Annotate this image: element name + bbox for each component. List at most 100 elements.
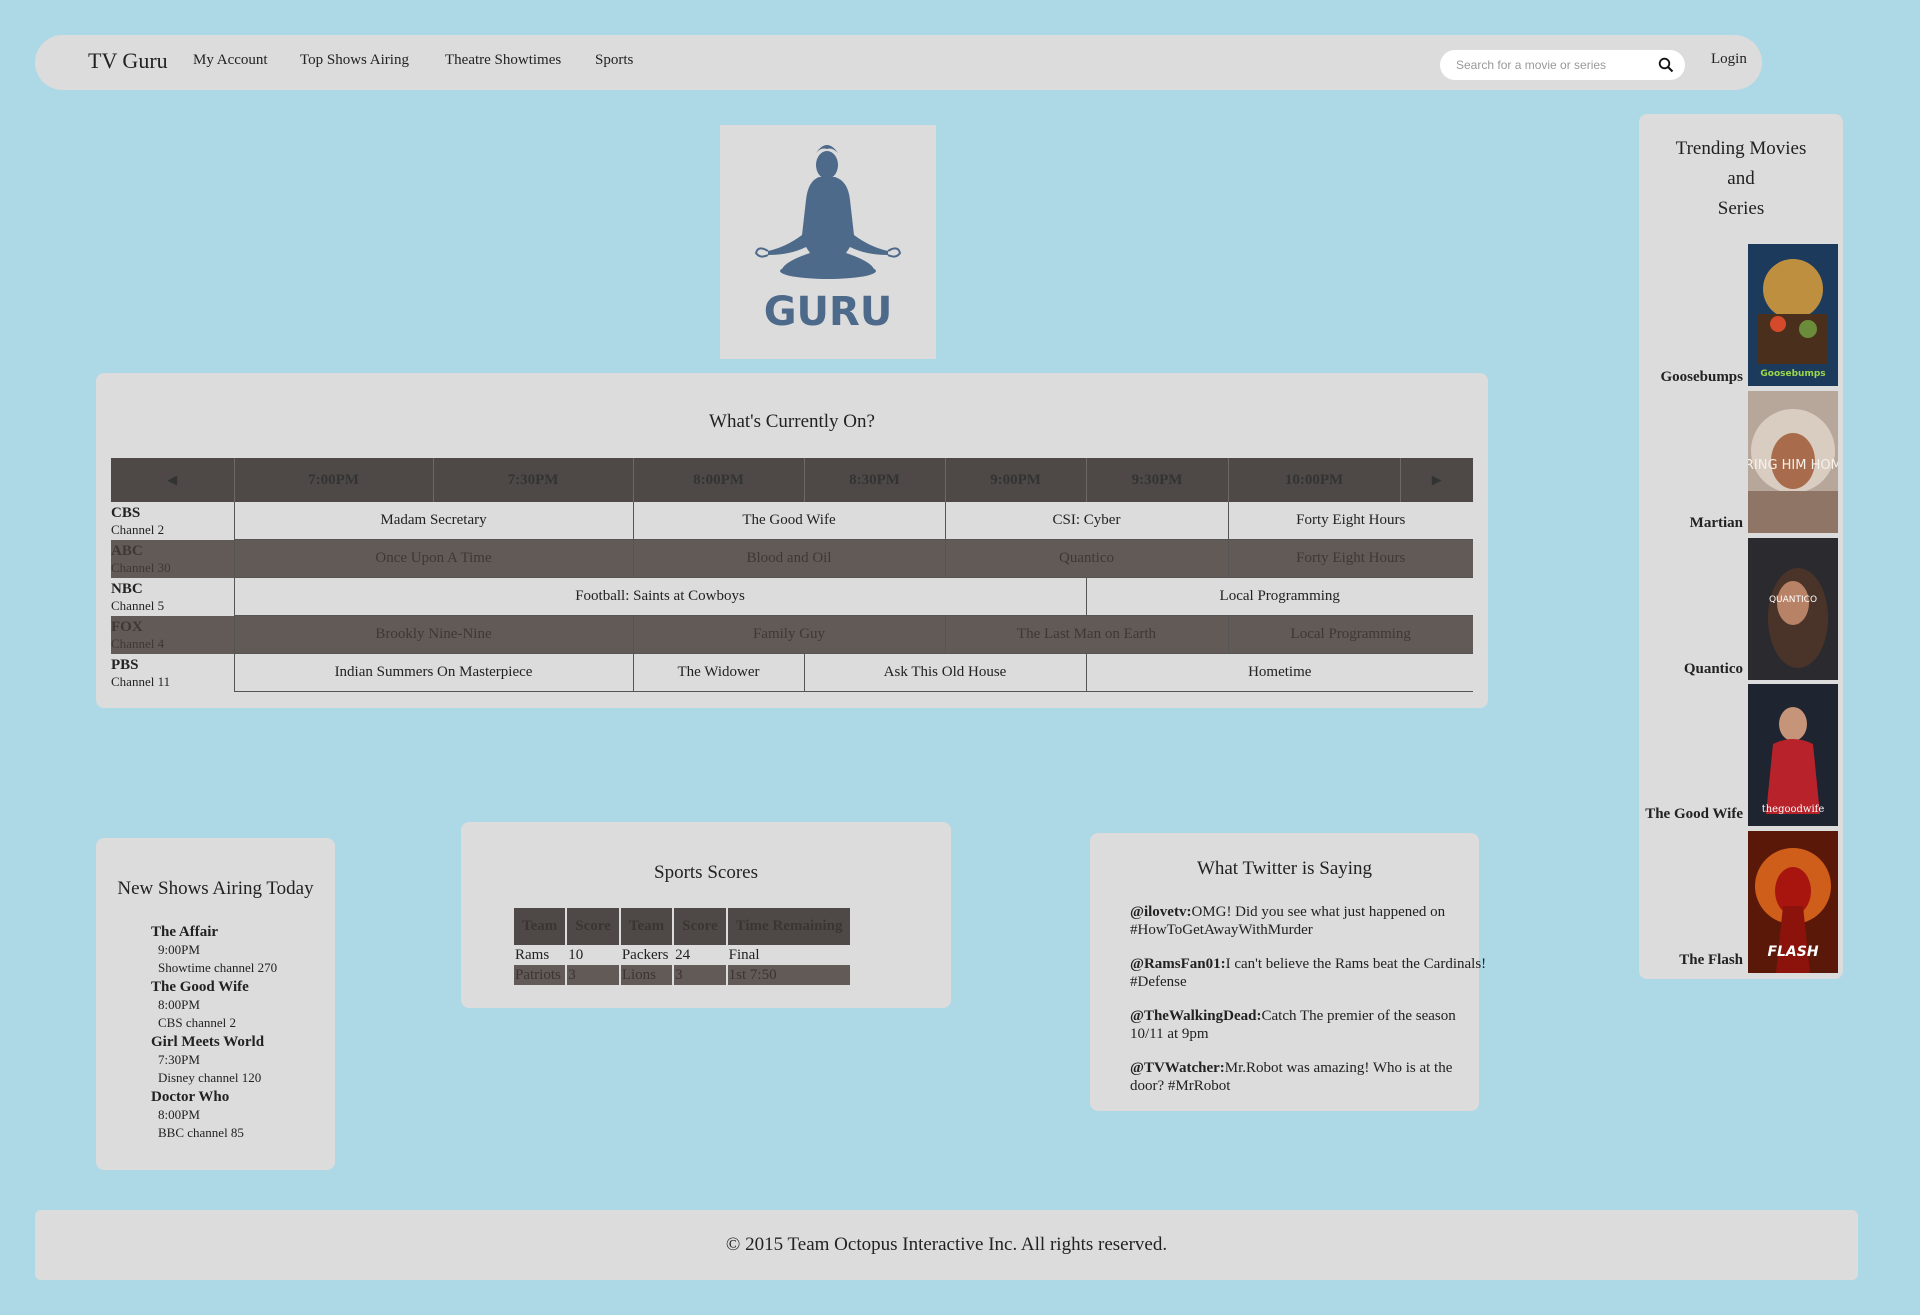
guru-logo: GURU [720, 125, 936, 359]
show-cell[interactable]: The Good Wife [632, 502, 945, 540]
show-cell[interactable]: Local Programming [1227, 615, 1473, 654]
brand-link[interactable]: TV Guru [88, 48, 168, 74]
column-header: Score [674, 908, 726, 945]
tweet-handle[interactable]: @TVWatcher: [1130, 1060, 1225, 1076]
poster-martian[interactable]: BRING HIM HOME [1748, 391, 1838, 533]
time-header: 8:30PM [803, 458, 945, 502]
show-title[interactable]: Girl Meets World [151, 1034, 277, 1051]
channel-cell: NBC Channel 5 [111, 577, 234, 616]
show-channel: CBS channel 2 [158, 1015, 236, 1030]
poster-quantico[interactable]: QUANTICO [1748, 538, 1838, 680]
channel-number: Channel 5 [111, 597, 165, 613]
show-time: 9:00PM [158, 942, 200, 957]
sports-scores-title: Sports Scores [654, 862, 758, 883]
channel-name: NBC [111, 580, 143, 597]
time-header: 9:00PM [944, 458, 1086, 502]
top-navbar: TV Guru My Account Top Shows Airing Thea… [35, 35, 1762, 90]
prev-time-button[interactable]: ◀ [111, 458, 234, 502]
nav-my-account[interactable]: My Account [193, 52, 268, 69]
show-time: 8:00PM [158, 997, 200, 1012]
channel-row-abc: ABC Channel 30 Once Upon A Time Blood and… [111, 539, 1473, 578]
tweet-handle[interactable]: @ilovetv: [1130, 904, 1191, 920]
nav-top-shows-airing[interactable]: Top Shows Airing [300, 52, 409, 69]
show-title[interactable]: The Affair [151, 924, 277, 941]
channel-cell: FOX Channel 4 [111, 615, 234, 654]
show-cell[interactable]: Family Guy [632, 615, 945, 654]
tweet-handle[interactable]: @RamsFan01: [1130, 956, 1226, 972]
time-header: 7:30PM [432, 458, 633, 502]
show-cell[interactable]: CSI: Cyber [944, 502, 1228, 540]
show-title[interactable]: The Good Wife [151, 979, 277, 996]
poster-title-goosebumps: Goosebumps [1760, 369, 1825, 379]
tweet: @ilovetv:OMG! Did you see what just happ… [1130, 903, 1490, 939]
time-header: 7:00PM [233, 458, 433, 502]
list-item: Doctor Who 8:00PM BBC channel 85 [151, 1089, 277, 1142]
channel-cell: ABC Channel 30 [111, 539, 234, 578]
nav-theatre-showtimes[interactable]: Theatre Showtimes [445, 52, 561, 69]
logo-text: GURU [764, 289, 893, 335]
table-cell: Packers [621, 946, 669, 963]
show-channel: Showtime channel 270 [158, 960, 278, 975]
trending-label-the-good-wife[interactable]: The Good Wife [1613, 806, 1743, 823]
show-channel: Disney channel 120 [158, 1070, 262, 1085]
show-cell[interactable]: The Last Man on Earth [944, 615, 1228, 654]
show-cell[interactable]: Ask This Old House [803, 653, 1086, 692]
table-cell: 3 [567, 965, 619, 985]
show-cell[interactable]: Quantico [944, 539, 1228, 578]
poster-title-martian: BRING HIM HOME [1748, 458, 1838, 473]
show-cell[interactable]: Indian Summers On Masterpiece [233, 653, 633, 692]
table-cell: 1st 7:50 [727, 965, 851, 985]
footer: © 2015 Team Octopus Interactive Inc. All… [35, 1210, 1858, 1280]
show-title[interactable]: Doctor Who [151, 1089, 277, 1106]
tweet: @TVWatcher:Mr.Robot was amazing! Who is … [1130, 1059, 1490, 1095]
search-input[interactable] [1454, 54, 1653, 76]
trending-label-goosebumps[interactable]: Goosebumps [1613, 369, 1743, 386]
tweet: @TheWalkingDead:Catch The premier of the… [1130, 1007, 1490, 1043]
column-header: Time Remaining [727, 908, 851, 945]
show-cell[interactable]: Brookly Nine-Nine [233, 615, 633, 654]
poster-the-flash[interactable]: FLASH [1748, 831, 1838, 973]
table-row: Rams 10 Packers 24 Final [514, 945, 850, 965]
trending-label-the-flash[interactable]: The Flash [1613, 952, 1743, 969]
trending-title-line: Series [1717, 198, 1765, 219]
table-cell: 24 [675, 946, 691, 963]
column-header: Score [567, 908, 619, 945]
table-cell: Patriots [514, 965, 566, 985]
nav-sports[interactable]: Sports [595, 52, 633, 69]
schedule-grid: ◀ 7:00PM 7:30PM 8:00PM 8:30PM 9:00PM 9:3… [111, 458, 1473, 692]
poster-title-the-flash: FLASH [1767, 944, 1818, 960]
show-cell[interactable]: Football: Saints at Cowboys [233, 577, 1086, 616]
trending-label-martian[interactable]: Martian [1613, 515, 1743, 532]
schedule-title: What's Currently On? [709, 411, 875, 432]
show-cell[interactable]: Local Programming [1085, 577, 1473, 616]
trending-label-quantico[interactable]: Quantico [1613, 661, 1743, 678]
next-time-button[interactable]: ▶ [1399, 458, 1473, 502]
login-link[interactable]: Login [1711, 51, 1747, 68]
show-cell[interactable]: Madam Secretary [233, 502, 633, 540]
search-box [1440, 50, 1685, 80]
show-cell[interactable]: The Widower [632, 653, 804, 692]
show-time: 7:30PM [158, 1052, 200, 1067]
channel-row-fox: FOX Channel 4 Brookly Nine-Nine Family Gu… [111, 615, 1473, 654]
channel-name: FOX [111, 618, 143, 635]
show-cell[interactable]: Hometime [1085, 653, 1473, 692]
channel-row-nbc: NBC Channel 5 Football: Saints at Cowboys… [111, 577, 1473, 616]
time-header: 10:00PM [1227, 458, 1400, 502]
trending-title: Trending Movies and Series [1639, 134, 1843, 224]
time-header: 8:00PM [632, 458, 804, 502]
show-cell[interactable]: Blood and Oil [632, 539, 945, 578]
time-header: 9:30PM [1085, 458, 1228, 502]
table-row: Patriots 3 Lions 3 1st 7:50 [514, 965, 851, 985]
poster-goosebumps[interactable]: Goosebumps [1748, 244, 1838, 386]
show-cell[interactable]: Forty Eight Hours [1227, 539, 1473, 578]
show-time: 8:00PM [158, 1107, 200, 1122]
tweet-handle[interactable]: @TheWalkingDead: [1130, 1008, 1261, 1024]
search-icon[interactable] [1658, 57, 1674, 73]
show-cell[interactable]: Once Upon A Time [233, 539, 633, 578]
poster-the-good-wife[interactable]: thegoodwife [1748, 684, 1838, 826]
channel-cell: CBS Channel 2 [111, 502, 234, 540]
show-cell[interactable]: Forty Eight Hours [1227, 502, 1473, 540]
channel-number: Channel 4 [111, 635, 165, 651]
channel-cell: PBS Channel 11 [111, 653, 234, 692]
channel-name: PBS [111, 656, 139, 673]
